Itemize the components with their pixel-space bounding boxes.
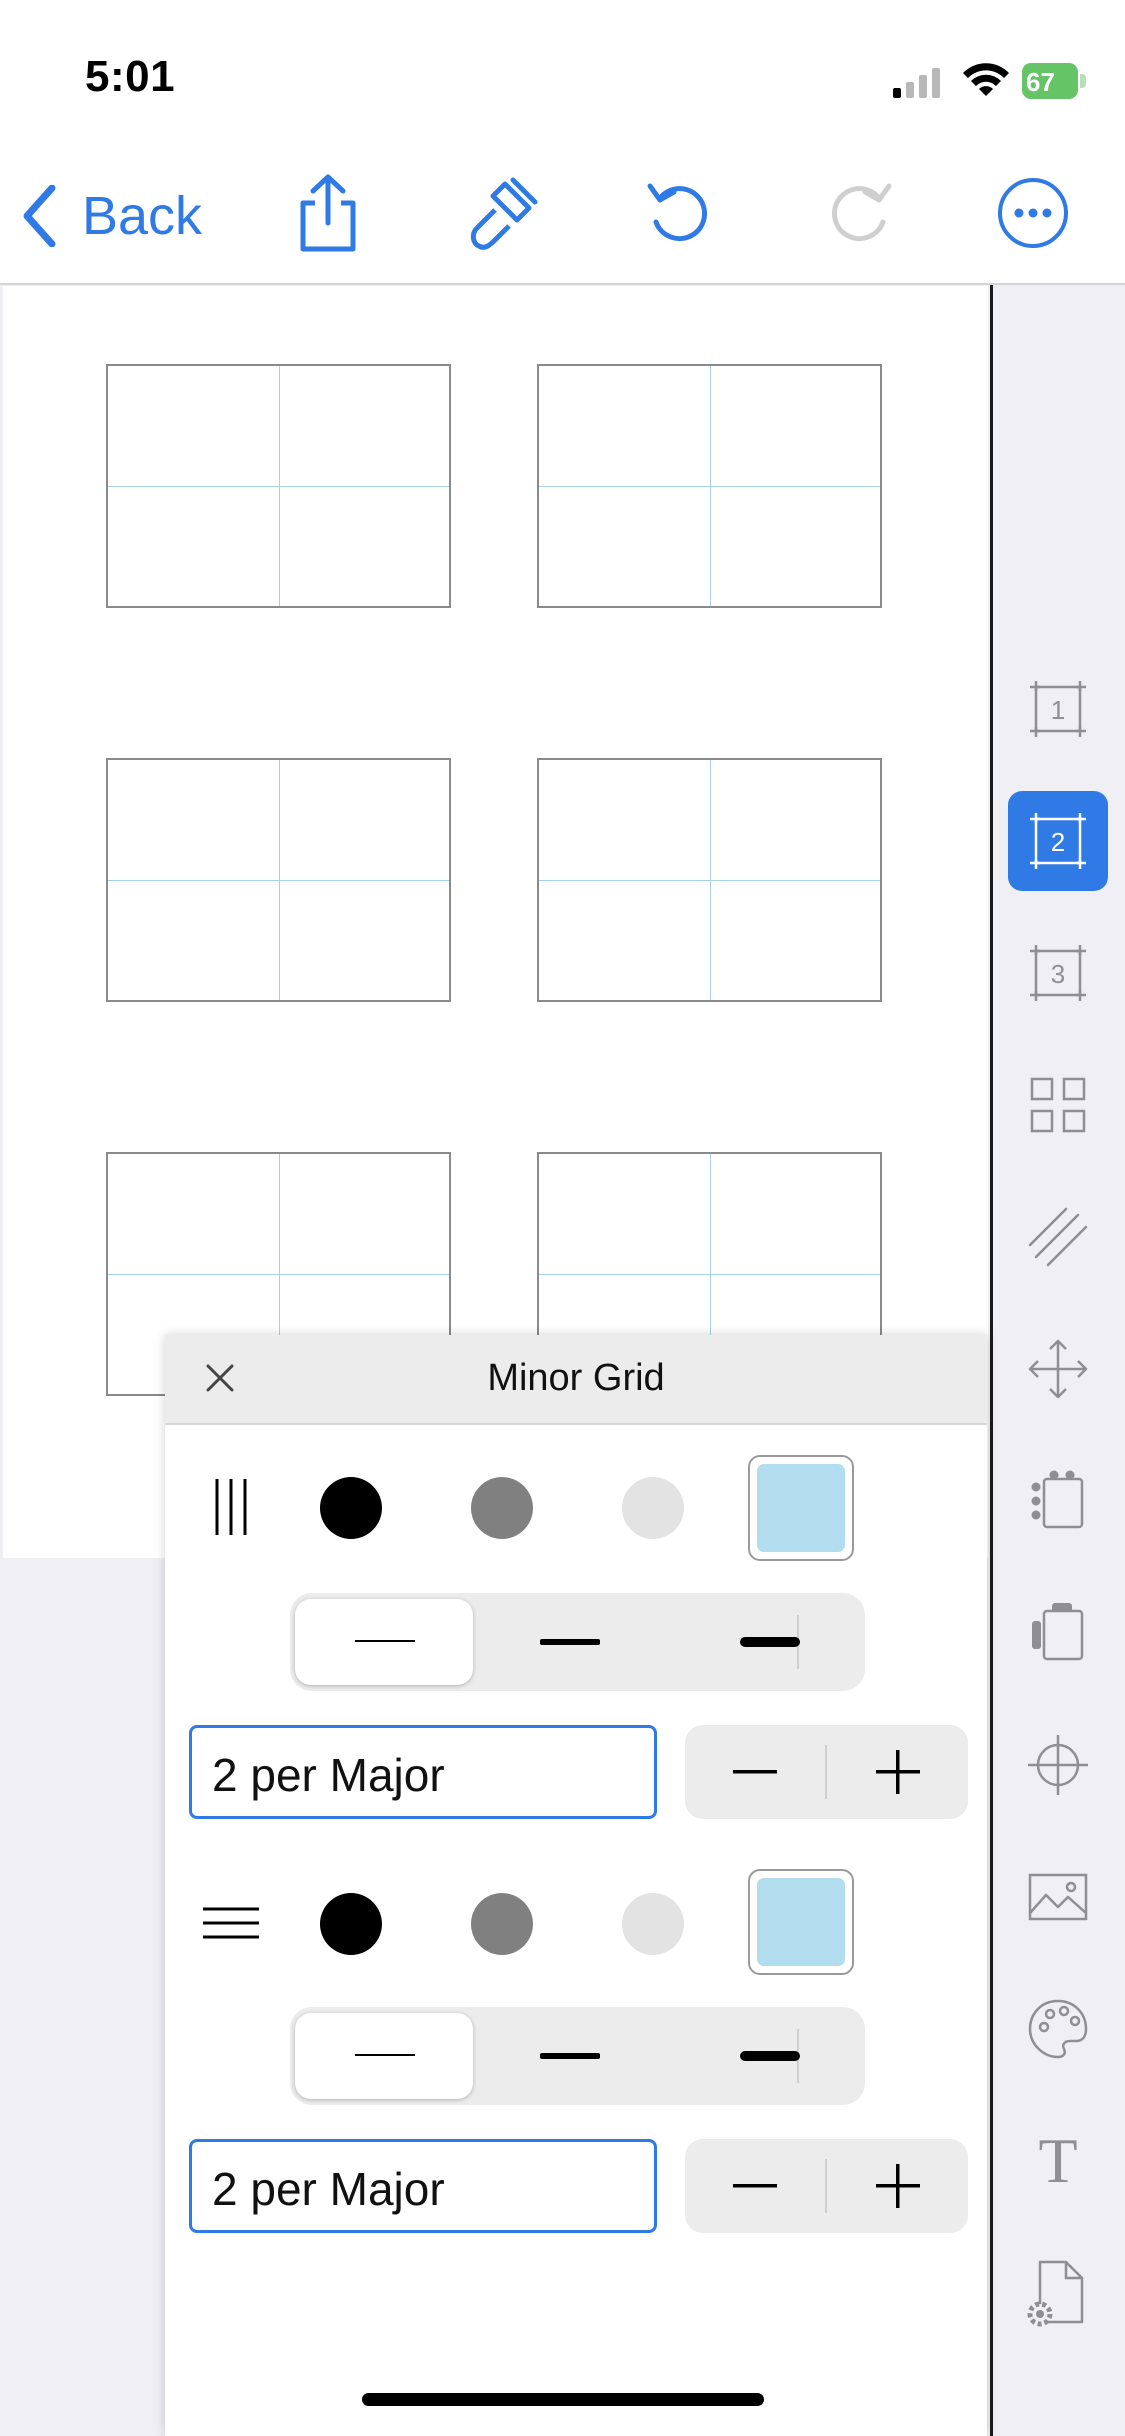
vertical-count-stepper (685, 1725, 968, 1819)
sidebar-item-page-settings[interactable] (1008, 2243, 1108, 2343)
cellular-signal-icon (893, 68, 943, 98)
vertical-decrement-button[interactable] (685, 1725, 825, 1819)
palette-icon (1028, 1999, 1088, 2059)
horizontal-thickness-thin[interactable] (290, 2007, 480, 2105)
horizontal-custom-color[interactable] (748, 1869, 854, 1975)
sidebar-item-page-2[interactable]: 2 (1008, 791, 1108, 891)
sidebar-item-move[interactable] (1008, 1319, 1108, 1419)
vertical-lines-icon (201, 1477, 261, 1537)
vertical-custom-color[interactable] (748, 1455, 854, 1561)
status-time: 5:01 (85, 52, 176, 101)
plus-icon (876, 1750, 920, 1794)
sidebar-item-page-tab[interactable] (1008, 1583, 1108, 1683)
stepper-separator (825, 1745, 827, 1799)
grid-layout-icon (1030, 1077, 1086, 1133)
page-2-label: 2 (1051, 827, 1065, 857)
share-icon (300, 174, 356, 252)
battery-level: 67 (1026, 67, 1055, 97)
page-settings-icon (1027, 2260, 1084, 2327)
grid-cell (106, 758, 451, 1002)
battery-icon: 67 (1022, 63, 1088, 99)
sidebar-item-text[interactable]: T (1008, 2111, 1108, 2211)
more-icon (998, 178, 1068, 248)
plus-icon (876, 2164, 920, 2208)
horizontal-increment-button[interactable] (828, 2139, 968, 2233)
back-button[interactable]: Back (22, 176, 202, 256)
sidebar-item-palette[interactable] (1008, 1979, 1108, 2079)
horizontal-lines-icon (201, 1893, 261, 1953)
horizontal-decrement-button[interactable] (685, 2139, 825, 2233)
vertical-count-field[interactable]: 2 per Major (189, 1725, 657, 1819)
undo-icon (647, 183, 708, 242)
wifi-icon (962, 62, 1010, 98)
page-3-icon: 3 (1030, 945, 1086, 1001)
style-button[interactable] (463, 170, 543, 256)
horizontal-thickness-thick[interactable] (675, 2007, 865, 2105)
sidebar-item-hatch[interactable] (1008, 1187, 1108, 1287)
vertical-thickness-medium[interactable] (475, 1593, 665, 1691)
minus-icon (733, 2184, 777, 2188)
vertical-color-gray[interactable] (471, 1477, 533, 1539)
redo-icon (831, 183, 892, 242)
vertical-color-black[interactable] (320, 1477, 382, 1539)
image-icon (1028, 1873, 1088, 1921)
minor-grid-panel: Minor Grid 2 per Major 2 per Major (165, 1335, 987, 2436)
page-2-icon: 2 (1030, 813, 1086, 869)
horizontal-color-black[interactable] (320, 1893, 382, 1955)
more-button[interactable] (993, 170, 1073, 256)
page-tab-icon (1032, 1603, 1084, 1661)
text-tool-icon: T (1038, 2125, 1078, 2196)
vertical-increment-button[interactable] (828, 1725, 968, 1819)
page-1-icon: 1 (1030, 681, 1086, 737)
page-1-label: 1 (1051, 695, 1065, 725)
dotted-page-icon (1031, 1470, 1084, 1529)
sidebar-item-crosshair[interactable] (1008, 1715, 1108, 1815)
horizontal-color-gray[interactable] (471, 1893, 533, 1955)
horizontal-count-stepper (685, 2139, 968, 2233)
sidebar-item-page-3[interactable]: 3 (1008, 923, 1108, 1023)
chevron-left-icon (23, 185, 56, 247)
page-3-label: 3 (1051, 959, 1065, 989)
back-label: Back (82, 186, 203, 246)
move-arrows-icon (1028, 1339, 1088, 1399)
sidebar-item-grid-layout[interactable] (1008, 1055, 1108, 1155)
paintbrush-icon (470, 177, 538, 250)
vertical-thickness-thick[interactable] (675, 1593, 865, 1691)
panel-header: Minor Grid (165, 1335, 987, 1425)
horizontal-thickness-segmented (290, 2007, 865, 2105)
redo-button[interactable] (820, 170, 900, 256)
grid-cell (537, 758, 882, 1002)
share-button[interactable] (288, 170, 368, 256)
vertical-color-light-gray[interactable] (622, 1477, 684, 1539)
undo-button[interactable] (639, 170, 719, 256)
stepper-separator (825, 2159, 827, 2213)
home-indicator (362, 2393, 764, 2406)
panel-title: Minor Grid (487, 1357, 665, 1399)
grid-cell (106, 364, 451, 608)
minus-icon (733, 1770, 777, 1774)
horizontal-color-light-gray[interactable] (622, 1893, 684, 1955)
grid-cell (537, 364, 882, 608)
sidebar-item-page-1[interactable]: 1 (1008, 659, 1108, 759)
vertical-thickness-thin[interactable] (290, 1593, 480, 1691)
crosshair-icon (1028, 1735, 1088, 1795)
horizontal-count-field[interactable]: 2 per Major (189, 2139, 657, 2233)
sidebar-item-image[interactable] (1008, 1847, 1108, 1947)
hatch-lines-icon (1028, 1207, 1088, 1267)
sidebar-item-dots-page[interactable] (1008, 1451, 1108, 1551)
horizontal-thickness-medium[interactable] (475, 2007, 665, 2105)
vertical-thickness-segmented (290, 1593, 865, 1691)
